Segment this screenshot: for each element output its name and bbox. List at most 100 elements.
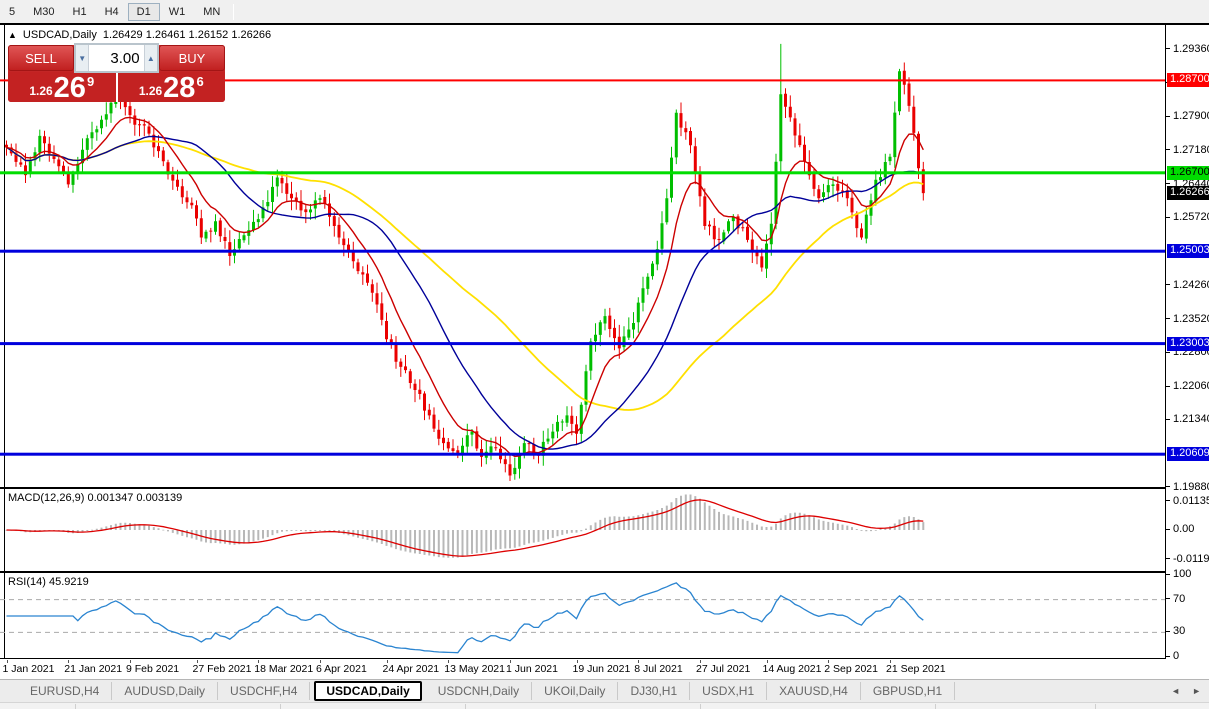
volume-decrease-button[interactable]: ▼	[76, 45, 90, 71]
timeframe-button-h1[interactable]: H1	[64, 3, 96, 21]
date-tick-label: 21 Sep 2021	[886, 663, 946, 675]
date-tick-label: 2 Sep 2021	[824, 663, 878, 675]
timeframe-button-h4[interactable]: H4	[96, 3, 128, 21]
axis-tick-mark	[1166, 115, 1170, 117]
chart-tab-usdx[interactable]: USDX,H1	[690, 682, 768, 700]
collapse-triangle-icon[interactable]: ▲	[8, 30, 17, 40]
hline-price-badge: 1.20609	[1167, 447, 1209, 462]
axis-tick-mark	[1166, 418, 1170, 420]
date-tick-label: 13 May 2021	[444, 663, 505, 675]
hline-price-badge: 1.23003	[1167, 336, 1209, 351]
volume-input[interactable]	[89, 45, 144, 71]
chart-tab-gbpusd[interactable]: GBPUSD,H1	[861, 682, 956, 700]
one-click-trade-panel: SELL ▼ ▲ BUY 1.26 26 9 1.26 28 6	[8, 43, 225, 104]
buy-button[interactable]: BUY	[159, 45, 225, 71]
chart-tab-usdcad[interactable]: USDCAD,Daily	[314, 681, 422, 701]
chart-tab-audusd[interactable]: AUDUSD,Daily	[112, 682, 219, 700]
axis-tick-mark	[1166, 149, 1170, 151]
price-axis-tick: 1.27180	[1166, 144, 1209, 156]
date-tick-label: 6 Apr 2021	[316, 663, 367, 675]
price-axis-tick: -0.011904	[1166, 553, 1209, 565]
axis-tick-mark	[1166, 318, 1170, 320]
price-axis-tick: 0.00	[1166, 523, 1194, 535]
axis-tick-mark	[1166, 500, 1170, 502]
price-axis-tick: 1.27900	[1166, 110, 1209, 122]
date-tick-label: 9 Feb 2021	[126, 663, 180, 675]
price-axis-tick: 0	[1166, 650, 1179, 662]
axis-tick-mark	[1166, 216, 1170, 218]
axis-tick-mark	[1166, 486, 1170, 488]
chart-canvas[interactable]	[0, 25, 1165, 659]
trading-terminal-window: 5 M30 H1 H4 D1 W1 MN ▲ USDCAD,Daily 1.26429 1.…	[0, 0, 1209, 709]
date-tick-label: 18 Mar 2021	[254, 663, 314, 675]
buy-price-display[interactable]: 1.26 28 6	[116, 72, 225, 103]
price-axis-tick: 1.23520	[1166, 313, 1209, 325]
timeframe-button-w1[interactable]: W1	[160, 3, 195, 21]
axis-tick-mark	[1166, 655, 1170, 657]
chart-tab-bar: EURUSD,H4 AUDUSD,Daily USDCHF,H4 USDCAD,Dai…	[0, 679, 1209, 702]
volume-increase-button[interactable]: ▲	[143, 45, 157, 71]
toolbar-separator	[233, 3, 235, 20]
price-axis-tick: 1.21340	[1166, 413, 1209, 425]
status-strip-divider	[75, 704, 76, 709]
chart-tab-eurusd[interactable]: EURUSD,H4	[18, 682, 113, 700]
timeframe-button-d1[interactable]: D1	[127, 2, 160, 21]
axis-tick-mark	[1166, 48, 1170, 50]
date-tick-label: 27 Jul 2021	[696, 663, 751, 675]
date-tick-label: 24 Apr 2021	[382, 663, 440, 675]
price-axis-tick: 30	[1166, 625, 1185, 637]
date-tick-label: 1 Jan 2021	[2, 663, 55, 675]
chart-tab-usdchf[interactable]: USDCHF,H4	[218, 682, 311, 700]
axis-tick-mark	[1166, 183, 1170, 185]
tabs-scroll-left-icon[interactable]: ◄	[1171, 686, 1180, 696]
price-axis-tick: 1.22060	[1166, 380, 1209, 392]
axis-tick-mark	[1166, 385, 1170, 387]
status-strip-divider	[280, 704, 281, 709]
chart-tab-dj30[interactable]: DJ30,H1	[618, 682, 691, 700]
price-axis-tick: 100	[1166, 568, 1191, 580]
date-tick-label: 14 Aug 2021	[762, 663, 822, 675]
axis-tick-mark	[1166, 573, 1170, 575]
hline-price-badge: 1.26700	[1167, 165, 1209, 180]
date-tick-label: 8 Jul 2021	[634, 663, 683, 675]
date-tick-label: 27 Feb 2021	[192, 663, 252, 675]
macd-label: MACD(12,26,9) 0.001347 0.003139	[8, 492, 183, 504]
timeframe-button-m30[interactable]: M30	[24, 3, 63, 21]
price-axis[interactable]: 1.293601.286401.279001.271801.264401.257…	[1166, 25, 1209, 662]
price-axis-tick: 70	[1166, 593, 1185, 605]
tabs-scroll-right-icon[interactable]: ►	[1192, 686, 1201, 696]
chart-symbol-label: USDCAD,Daily	[22, 29, 97, 41]
axis-tick-mark	[1166, 630, 1170, 632]
chart-tab-xauusd[interactable]: XAUUSD,H4	[767, 682, 861, 700]
chart-tab-ukoil[interactable]: UKOil,Daily	[532, 682, 619, 700]
price-axis-tick: 1.24260	[1166, 279, 1209, 291]
status-strip-divider	[465, 704, 466, 709]
sell-price-pip: 9	[86, 74, 95, 89]
hline-price-badge: 1.28700	[1167, 73, 1209, 88]
sell-price-big: 26	[53, 72, 86, 104]
axis-tick-mark	[1166, 351, 1170, 353]
date-tick-label: 21 Jan 2021	[64, 663, 123, 675]
axis-tick-mark	[1166, 528, 1170, 530]
status-strip	[0, 702, 1209, 709]
price-axis-tick: 1.19880	[1166, 481, 1209, 493]
sell-price-display[interactable]: 1.26 26 9	[8, 72, 117, 104]
chart-tab-usdcnh[interactable]: USDCNH,Daily	[426, 682, 533, 700]
rsi-label: RSI(14) 45.9219	[8, 576, 89, 588]
timeframe-toolbar: 5 M30 H1 H4 D1 W1 MN	[0, 0, 1209, 23]
date-tick-label: 1 Jun 2021	[506, 663, 558, 675]
date-tick-label: 19 Jun 2021	[572, 663, 631, 675]
date-axis[interactable]: 1 Jan 2021 21 Jan 2021 9 Feb 2021 27 Feb 20…	[0, 660, 1165, 678]
volume-stepper: ▼ ▲	[74, 43, 159, 73]
current-price-badge: 1.26266	[1167, 185, 1209, 200]
status-strip-divider	[700, 704, 701, 709]
axis-tick-mark	[1166, 284, 1170, 286]
timeframe-button-5[interactable]: 5	[0, 3, 24, 21]
price-axis-tick: 1.29360	[1166, 43, 1209, 55]
buy-price-prefix: 1.26	[138, 84, 163, 98]
sell-button[interactable]: SELL	[8, 45, 74, 71]
price-axis-tick: 1.25720	[1166, 211, 1209, 223]
buy-price-pip: 6	[196, 74, 204, 89]
chart-ohlc-values: 1.26429 1.26461 1.26152 1.26266	[102, 29, 272, 41]
timeframe-button-mn[interactable]: MN	[194, 3, 229, 21]
